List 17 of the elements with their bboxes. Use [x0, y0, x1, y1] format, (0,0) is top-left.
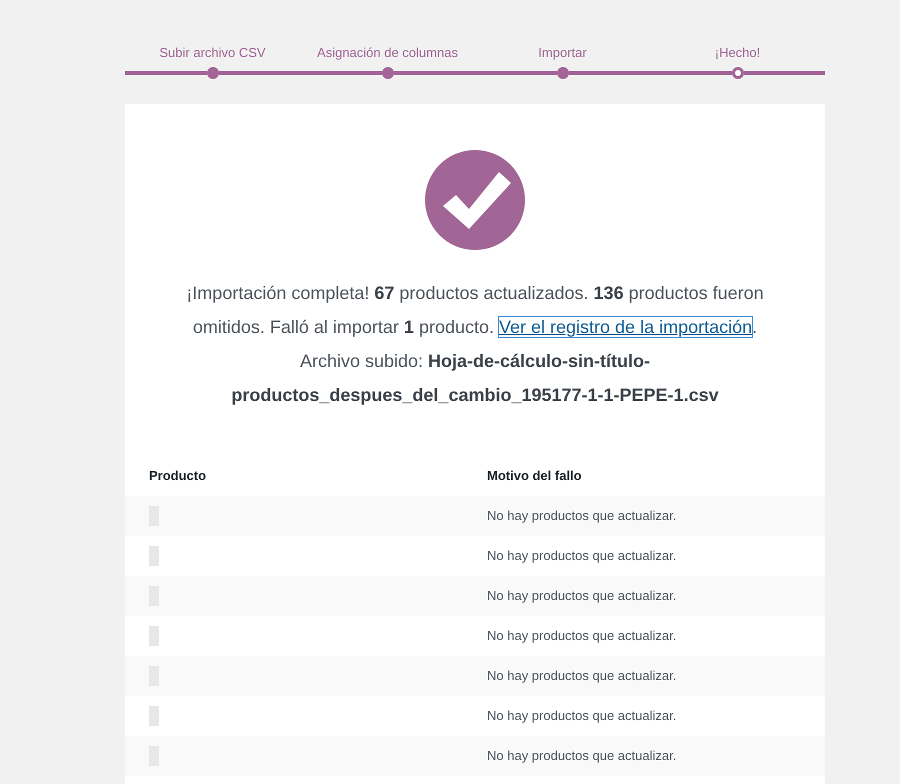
column-header: Motivo del fallo: [487, 468, 582, 484]
failure-reason: No hay productos que actualizar.: [487, 548, 676, 564]
failure-reason: No hay productos que actualizar.: [487, 668, 676, 684]
step-label: Asignación de columnas: [317, 44, 458, 62]
failure-reason: No hay productos que actualizar.: [487, 708, 676, 724]
column-header: Producto: [149, 468, 206, 484]
uploaded-file-text: Archivo subido: Hoja-de-cálculo-sin-título-productos_despues_del_cambio_195177-1-1-PEPE-1.csv: [230, 350, 720, 407]
failure-reason: No hay productos que actualizar.: [487, 588, 676, 604]
step-label: Subir archivo CSV: [159, 44, 266, 62]
import-summary: ¡Importación completa! 67 productos actualizados. 136 productos fueron omitidos. Falló al importar 1 producto. Ver el registro de la importación.: [185, 282, 765, 339]
failure-reason: No hay productos que actualizar.: [487, 748, 676, 764]
checkmark-icon: [425, 150, 525, 250]
step-label: Importar: [538, 44, 587, 62]
step-label: ¡Hecho!: [714, 44, 760, 62]
view-log-link[interactable]: Ver el registro de la importación: [499, 317, 752, 337]
failure-reason: No hay productos que actualizar.: [487, 628, 676, 644]
failure-reason: No hay productos que actualizar.: [487, 508, 676, 524]
